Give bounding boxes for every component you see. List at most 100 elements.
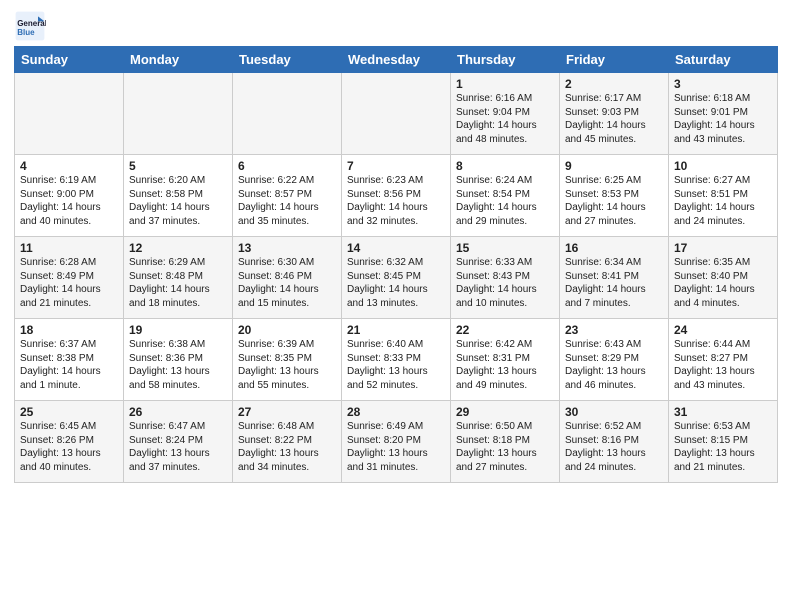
day-info: Sunrise: 6:32 AM Sunset: 8:45 PM Dayligh… bbox=[347, 256, 445, 310]
day-info: Sunrise: 6:40 AM Sunset: 8:33 PM Dayligh… bbox=[347, 338, 445, 392]
calendar-table: SundayMondayTuesdayWednesdayThursdayFrid… bbox=[14, 46, 778, 483]
day-number: 2 bbox=[565, 77, 663, 91]
col-header-wednesday: Wednesday bbox=[342, 47, 451, 73]
day-cell: 20Sunrise: 6:39 AM Sunset: 8:35 PM Dayli… bbox=[233, 319, 342, 401]
week-row-4: 18Sunrise: 6:37 AM Sunset: 8:38 PM Dayli… bbox=[15, 319, 778, 401]
day-number: 16 bbox=[565, 241, 663, 255]
day-info: Sunrise: 6:22 AM Sunset: 8:57 PM Dayligh… bbox=[238, 174, 336, 228]
day-number: 26 bbox=[129, 405, 227, 419]
week-row-5: 25Sunrise: 6:45 AM Sunset: 8:26 PM Dayli… bbox=[15, 401, 778, 483]
col-header-monday: Monday bbox=[124, 47, 233, 73]
day-number: 1 bbox=[456, 77, 554, 91]
day-number: 12 bbox=[129, 241, 227, 255]
day-number: 22 bbox=[456, 323, 554, 337]
day-info: Sunrise: 6:35 AM Sunset: 8:40 PM Dayligh… bbox=[674, 256, 772, 310]
day-number: 7 bbox=[347, 159, 445, 173]
day-number: 8 bbox=[456, 159, 554, 173]
day-cell: 18Sunrise: 6:37 AM Sunset: 8:38 PM Dayli… bbox=[15, 319, 124, 401]
col-header-sunday: Sunday bbox=[15, 47, 124, 73]
main-container: General Blue SundayMondayTuesdayWednesda… bbox=[0, 0, 792, 491]
day-cell: 12Sunrise: 6:29 AM Sunset: 8:48 PM Dayli… bbox=[124, 237, 233, 319]
day-number: 17 bbox=[674, 241, 772, 255]
day-cell: 17Sunrise: 6:35 AM Sunset: 8:40 PM Dayli… bbox=[669, 237, 778, 319]
week-row-3: 11Sunrise: 6:28 AM Sunset: 8:49 PM Dayli… bbox=[15, 237, 778, 319]
day-cell: 4Sunrise: 6:19 AM Sunset: 9:00 PM Daylig… bbox=[15, 155, 124, 237]
day-number: 13 bbox=[238, 241, 336, 255]
day-cell: 29Sunrise: 6:50 AM Sunset: 8:18 PM Dayli… bbox=[451, 401, 560, 483]
day-cell: 27Sunrise: 6:48 AM Sunset: 8:22 PM Dayli… bbox=[233, 401, 342, 483]
day-cell bbox=[233, 73, 342, 155]
day-info: Sunrise: 6:49 AM Sunset: 8:20 PM Dayligh… bbox=[347, 420, 445, 474]
day-info: Sunrise: 6:25 AM Sunset: 8:53 PM Dayligh… bbox=[565, 174, 663, 228]
day-info: Sunrise: 6:27 AM Sunset: 8:51 PM Dayligh… bbox=[674, 174, 772, 228]
day-number: 24 bbox=[674, 323, 772, 337]
day-cell: 14Sunrise: 6:32 AM Sunset: 8:45 PM Dayli… bbox=[342, 237, 451, 319]
day-info: Sunrise: 6:16 AM Sunset: 9:04 PM Dayligh… bbox=[456, 92, 554, 146]
col-header-thursday: Thursday bbox=[451, 47, 560, 73]
day-cell: 7Sunrise: 6:23 AM Sunset: 8:56 PM Daylig… bbox=[342, 155, 451, 237]
day-info: Sunrise: 6:34 AM Sunset: 8:41 PM Dayligh… bbox=[565, 256, 663, 310]
col-header-tuesday: Tuesday bbox=[233, 47, 342, 73]
day-cell: 23Sunrise: 6:43 AM Sunset: 8:29 PM Dayli… bbox=[560, 319, 669, 401]
day-cell: 13Sunrise: 6:30 AM Sunset: 8:46 PM Dayli… bbox=[233, 237, 342, 319]
day-number: 18 bbox=[20, 323, 118, 337]
day-cell: 22Sunrise: 6:42 AM Sunset: 8:31 PM Dayli… bbox=[451, 319, 560, 401]
day-info: Sunrise: 6:30 AM Sunset: 8:46 PM Dayligh… bbox=[238, 256, 336, 310]
day-info: Sunrise: 6:44 AM Sunset: 8:27 PM Dayligh… bbox=[674, 338, 772, 392]
day-info: Sunrise: 6:48 AM Sunset: 8:22 PM Dayligh… bbox=[238, 420, 336, 474]
col-header-friday: Friday bbox=[560, 47, 669, 73]
day-number: 4 bbox=[20, 159, 118, 173]
day-info: Sunrise: 6:43 AM Sunset: 8:29 PM Dayligh… bbox=[565, 338, 663, 392]
day-info: Sunrise: 6:53 AM Sunset: 8:15 PM Dayligh… bbox=[674, 420, 772, 474]
day-info: Sunrise: 6:18 AM Sunset: 9:01 PM Dayligh… bbox=[674, 92, 772, 146]
day-info: Sunrise: 6:38 AM Sunset: 8:36 PM Dayligh… bbox=[129, 338, 227, 392]
day-info: Sunrise: 6:23 AM Sunset: 8:56 PM Dayligh… bbox=[347, 174, 445, 228]
day-number: 11 bbox=[20, 241, 118, 255]
day-cell: 15Sunrise: 6:33 AM Sunset: 8:43 PM Dayli… bbox=[451, 237, 560, 319]
day-cell: 6Sunrise: 6:22 AM Sunset: 8:57 PM Daylig… bbox=[233, 155, 342, 237]
day-cell: 24Sunrise: 6:44 AM Sunset: 8:27 PM Dayli… bbox=[669, 319, 778, 401]
day-info: Sunrise: 6:20 AM Sunset: 8:58 PM Dayligh… bbox=[129, 174, 227, 228]
day-info: Sunrise: 6:28 AM Sunset: 8:49 PM Dayligh… bbox=[20, 256, 118, 310]
logo: General Blue bbox=[14, 10, 46, 42]
day-number: 30 bbox=[565, 405, 663, 419]
day-cell bbox=[15, 73, 124, 155]
day-info: Sunrise: 6:24 AM Sunset: 8:54 PM Dayligh… bbox=[456, 174, 554, 228]
week-row-2: 4Sunrise: 6:19 AM Sunset: 9:00 PM Daylig… bbox=[15, 155, 778, 237]
day-info: Sunrise: 6:39 AM Sunset: 8:35 PM Dayligh… bbox=[238, 338, 336, 392]
day-cell bbox=[342, 73, 451, 155]
day-number: 25 bbox=[20, 405, 118, 419]
day-number: 31 bbox=[674, 405, 772, 419]
day-cell: 30Sunrise: 6:52 AM Sunset: 8:16 PM Dayli… bbox=[560, 401, 669, 483]
day-info: Sunrise: 6:37 AM Sunset: 8:38 PM Dayligh… bbox=[20, 338, 118, 392]
svg-text:Blue: Blue bbox=[17, 28, 35, 37]
day-cell: 28Sunrise: 6:49 AM Sunset: 8:20 PM Dayli… bbox=[342, 401, 451, 483]
day-number: 9 bbox=[565, 159, 663, 173]
day-cell: 25Sunrise: 6:45 AM Sunset: 8:26 PM Dayli… bbox=[15, 401, 124, 483]
day-cell: 19Sunrise: 6:38 AM Sunset: 8:36 PM Dayli… bbox=[124, 319, 233, 401]
day-cell: 11Sunrise: 6:28 AM Sunset: 8:49 PM Dayli… bbox=[15, 237, 124, 319]
day-number: 10 bbox=[674, 159, 772, 173]
day-number: 21 bbox=[347, 323, 445, 337]
day-number: 14 bbox=[347, 241, 445, 255]
day-info: Sunrise: 6:50 AM Sunset: 8:18 PM Dayligh… bbox=[456, 420, 554, 474]
day-number: 29 bbox=[456, 405, 554, 419]
day-number: 15 bbox=[456, 241, 554, 255]
day-cell: 9Sunrise: 6:25 AM Sunset: 8:53 PM Daylig… bbox=[560, 155, 669, 237]
day-number: 23 bbox=[565, 323, 663, 337]
day-cell: 2Sunrise: 6:17 AM Sunset: 9:03 PM Daylig… bbox=[560, 73, 669, 155]
day-info: Sunrise: 6:19 AM Sunset: 9:00 PM Dayligh… bbox=[20, 174, 118, 228]
header-row: SundayMondayTuesdayWednesdayThursdayFrid… bbox=[15, 47, 778, 73]
day-number: 20 bbox=[238, 323, 336, 337]
day-info: Sunrise: 6:52 AM Sunset: 8:16 PM Dayligh… bbox=[565, 420, 663, 474]
day-info: Sunrise: 6:45 AM Sunset: 8:26 PM Dayligh… bbox=[20, 420, 118, 474]
day-cell: 10Sunrise: 6:27 AM Sunset: 8:51 PM Dayli… bbox=[669, 155, 778, 237]
day-number: 28 bbox=[347, 405, 445, 419]
day-cell: 31Sunrise: 6:53 AM Sunset: 8:15 PM Dayli… bbox=[669, 401, 778, 483]
day-cell: 5Sunrise: 6:20 AM Sunset: 8:58 PM Daylig… bbox=[124, 155, 233, 237]
header: General Blue bbox=[14, 10, 778, 42]
week-row-1: 1Sunrise: 6:16 AM Sunset: 9:04 PM Daylig… bbox=[15, 73, 778, 155]
day-info: Sunrise: 6:33 AM Sunset: 8:43 PM Dayligh… bbox=[456, 256, 554, 310]
day-cell: 21Sunrise: 6:40 AM Sunset: 8:33 PM Dayli… bbox=[342, 319, 451, 401]
day-number: 27 bbox=[238, 405, 336, 419]
